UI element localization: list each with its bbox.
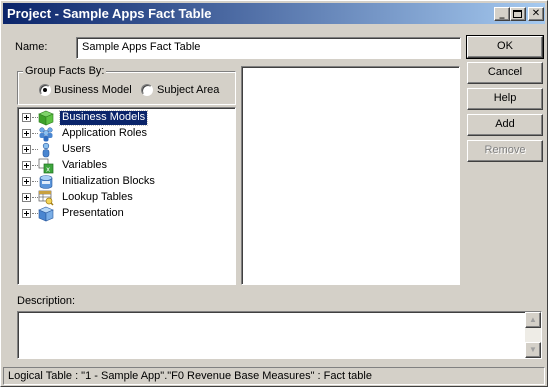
status-bar: Logical Table : "1 - Sample App"."F0 Rev… <box>3 367 545 385</box>
expand-icon[interactable] <box>22 129 31 138</box>
tree-item-variables[interactable]: x Variables <box>22 158 222 174</box>
maximize-button[interactable] <box>510 7 526 21</box>
expand-icon[interactable] <box>22 177 31 186</box>
tree-item-users[interactable]: Users <box>22 142 222 158</box>
tree-item-label: Application Roles <box>62 127 147 139</box>
user-icon <box>42 142 50 158</box>
database-icon <box>39 175 53 189</box>
tree-item-label: Variables <box>62 159 108 171</box>
close-button[interactable]: ✕ <box>528 7 544 21</box>
tree-item-application-roles[interactable]: Application Roles <box>22 126 222 142</box>
people-group-icon <box>39 127 53 142</box>
tree-item-lookup-tables[interactable]: Lookup Tables <box>22 190 222 206</box>
business-model-radio[interactable] <box>39 84 51 96</box>
expand-icon[interactable] <box>22 193 31 202</box>
members-list-pane[interactable] <box>241 66 460 285</box>
tree-item-label: Initialization Blocks <box>62 175 155 187</box>
scroll-up-icon[interactable]: ▲ <box>525 312 541 328</box>
variable-icon: x <box>38 158 54 174</box>
subject-area-radio[interactable] <box>141 84 153 96</box>
expand-icon[interactable] <box>22 113 31 122</box>
title-bar[interactable]: Project - Sample Apps Fact Table _ ✕ <box>3 3 545 24</box>
project-tree[interactable]: Business Models Application Roles Users … <box>17 107 236 285</box>
tree-item-initialization-blocks[interactable]: Initialization Blocks <box>22 174 222 190</box>
lookup-table-icon <box>38 190 54 206</box>
maximize-icon <box>513 10 522 18</box>
business-model-radio-label[interactable]: Business Model <box>54 84 132 96</box>
project-dialog: Project - Sample Apps Fact Table _ ✕ Nam… <box>0 0 548 387</box>
cube-green-icon <box>38 110 54 126</box>
name-label: Name: <box>15 41 48 53</box>
radio-selected-dot <box>43 88 47 92</box>
expand-icon[interactable] <box>22 161 31 170</box>
tree-item-label: Business Models <box>58 110 149 126</box>
description-textarea[interactable]: ▲ ▼ <box>17 311 542 359</box>
help-button[interactable]: Help <box>467 88 543 110</box>
description-label: Description: <box>17 295 76 307</box>
tree-item-label: Users <box>62 143 91 155</box>
group-facts-label: Group Facts By: <box>23 65 107 77</box>
tree-item-business-models[interactable]: Business Models <box>22 110 222 126</box>
name-input[interactable]: Sample Apps Fact Table <box>76 37 461 59</box>
tree-item-label: Lookup Tables <box>62 191 133 203</box>
tree-item-presentation[interactable]: Presentation <box>22 206 222 222</box>
minimize-button[interactable]: _ <box>494 7 510 21</box>
presentation-cube-icon <box>38 206 54 222</box>
add-button[interactable]: Add <box>467 114 543 136</box>
expand-icon[interactable] <box>22 145 31 154</box>
tree-item-label: Presentation <box>62 207 124 219</box>
window-title: Project - Sample Apps Fact Table <box>7 6 212 21</box>
svg-text:x: x <box>46 166 50 174</box>
scroll-down-icon[interactable]: ▼ <box>525 342 541 358</box>
expand-icon[interactable] <box>22 209 31 218</box>
remove-button[interactable]: Remove <box>467 140 543 162</box>
ok-button[interactable]: OK <box>466 35 544 59</box>
subject-area-radio-label[interactable]: Subject Area <box>157 84 219 96</box>
cancel-button[interactable]: Cancel <box>467 62 543 84</box>
description-scrollbar[interactable]: ▲ ▼ <box>525 312 541 358</box>
